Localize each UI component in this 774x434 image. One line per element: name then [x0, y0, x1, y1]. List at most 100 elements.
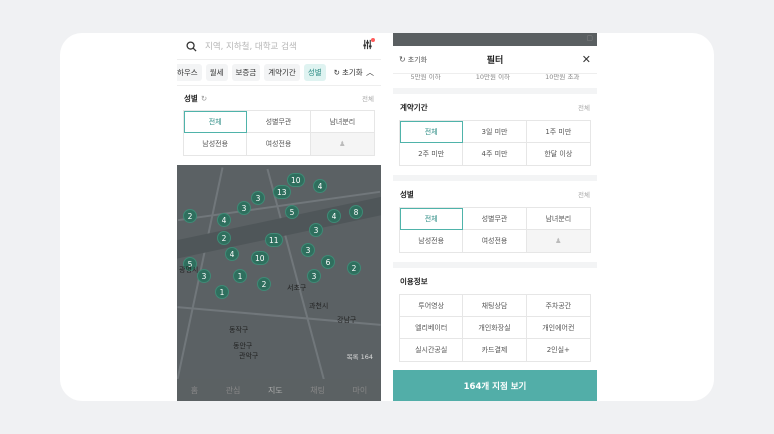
option-cell[interactable]: 남녀분리	[310, 111, 374, 133]
option-cell[interactable]: 전체	[400, 208, 464, 230]
option-cell[interactable]: 성별무관	[463, 208, 527, 230]
tab-item[interactable]: 홈	[191, 385, 198, 396]
close-icon[interactable]: ✕	[582, 53, 591, 66]
price-options-partial: 5만원 이하 10만원 이하 10만원 초과	[393, 74, 597, 88]
map-cluster-marker[interactable]: 5	[285, 205, 299, 219]
option-cell[interactable]: 남녀분리	[526, 208, 590, 230]
tab-item[interactable]: 관심	[226, 385, 241, 396]
map-cluster-marker[interactable]: 4	[327, 209, 341, 223]
map-place-label: 관악구	[239, 352, 259, 360]
gender-section-header: 성별 ↻ 전체	[177, 86, 381, 110]
filter-chip[interactable]: 성별	[303, 64, 326, 81]
search-bar[interactable]: 지역, 지하철, 대학교 검색	[177, 33, 381, 60]
map-cluster-marker[interactable]: 2	[183, 209, 197, 223]
price-option[interactable]: 10만원 이하	[476, 74, 510, 81]
gender-options-grid: 전체 성별무관 남녀분리남성전용 여성전용 ♟	[183, 110, 375, 156]
option-cell[interactable]: 실시간공실	[400, 339, 464, 361]
option-cell[interactable]: 카드결제	[463, 339, 527, 361]
option-cell[interactable]: 여성전용	[463, 230, 527, 252]
map-cluster-marker[interactable]: 3	[307, 269, 321, 283]
option-cell[interactable]: 남성전용	[184, 133, 248, 155]
right-phone-screen: ▢ ↻ 초기화 필터 ✕ 5만원 이하 10만원 이하 10만원 초과 계약기간 전체…	[393, 33, 597, 401]
page-title: 필터	[486, 56, 504, 66]
filter-active-dot	[371, 38, 375, 42]
option-cell: ♟	[310, 133, 374, 155]
option-cell[interactable]: 성별무관	[247, 111, 311, 133]
map-view[interactable]: 10 13 3 4 3 8 4 5 2 4 3 10 11 2 4 5 3 1 3 2 3 1 6 2 광명시 동작구 관악구 동안구…	[177, 165, 381, 401]
tab-item[interactable]: 지도	[268, 385, 283, 396]
map-cluster-marker[interactable]: 4	[313, 179, 327, 193]
filter-chip[interactable]: 하우스	[177, 64, 202, 81]
usage-section: 이용정보 투어영상 채팅상담 주차공간엘리베이터 개인화장실 개인에어컨실시간공실 카드결…	[393, 268, 597, 370]
option-cell[interactable]: 3일 미만	[463, 121, 527, 143]
tab-item[interactable]: 채팅	[310, 385, 325, 396]
filter-chip-row: 하우스 월세 보증금 계약기간 성별 ↻ 초기화 ︿	[177, 60, 381, 86]
option-cell[interactable]: 2주 미만	[400, 143, 464, 165]
map-cluster-marker[interactable]: 10	[287, 173, 305, 187]
price-option[interactable]: 10만원 초과	[545, 74, 579, 81]
map-cluster-marker[interactable]: 3	[197, 269, 211, 283]
map-cluster-marker[interactable]: 3	[251, 191, 265, 205]
price-option[interactable]: 5만원 이하	[411, 74, 441, 81]
map-cluster-marker[interactable]: 4	[217, 213, 231, 227]
map-cluster-marker[interactable]: 3	[237, 201, 251, 215]
option-cell[interactable]: 전체	[400, 121, 464, 143]
map-cluster-marker[interactable]: 8	[349, 205, 363, 219]
option-cell[interactable]: 한달 이상	[527, 143, 590, 165]
option-cell[interactable]: 여성전용	[247, 133, 311, 155]
gender-section: 성별 전체 전체 성별무관 남녀분리 남성전용 여성전용 ♟	[393, 181, 597, 262]
map-place-label: 과천시	[309, 302, 329, 310]
reset-button[interactable]: ↻ 초기화	[334, 67, 363, 78]
map-place-label: 동작구	[229, 326, 249, 334]
contract-all-link[interactable]: 전체	[578, 102, 590, 112]
gender-options-grid: 전체 성별무관 남녀분리 남성전용 여성전용 ♟	[399, 207, 591, 253]
option-cell[interactable]: 남성전용	[400, 230, 464, 252]
map-cluster-marker[interactable]: 11	[265, 233, 283, 247]
gender-all-link[interactable]: 전체	[578, 189, 590, 199]
left-phone-screen: 10 13 3 4 3 8 4 5 2 4 3 10 11 2 4 5 3 1 3 2 3 1 6 2 광명시 동작구 관악구 동안구…	[177, 33, 381, 401]
option-cell[interactable]: 전체	[184, 111, 248, 133]
map-cluster-marker[interactable]: 2	[347, 261, 361, 275]
option-cell[interactable]: 엘리베이터	[400, 317, 464, 339]
gender-all-link[interactable]: 전체	[362, 93, 374, 103]
filter-chip[interactable]: 보증금	[231, 64, 261, 81]
map-cluster-marker[interactable]: 13	[273, 185, 291, 199]
map-cluster-marker[interactable]: 1	[215, 285, 229, 299]
refresh-icon: ↻	[333, 68, 340, 77]
gender-section-title: 성별	[400, 189, 414, 199]
chevron-up-icon[interactable]: ︿	[366, 67, 374, 78]
tab-item[interactable]: 마이	[352, 385, 367, 396]
map-cluster-marker[interactable]: 1	[233, 269, 247, 283]
map-cluster-marker[interactable]: 3	[309, 223, 323, 237]
map-cluster-marker[interactable]: 10	[251, 251, 269, 265]
option-cell[interactable]: 주차공간	[526, 295, 590, 317]
map-place-label: 동안구	[233, 342, 253, 350]
list-count-badge[interactable]: 목록 164	[347, 351, 373, 361]
search-icon	[185, 40, 197, 52]
map-cluster-marker[interactable]: 3	[301, 243, 315, 257]
option-cell[interactable]: 개인에어컨	[526, 317, 590, 339]
map-cluster-marker[interactable]: 2	[217, 231, 231, 245]
view-results-button[interactable]: 164개 지점 보기	[393, 370, 597, 401]
filter-body[interactable]: 5만원 이하 10만원 이하 10만원 초과 계약기간 전체 전체 3일 미만 1주 미…	[393, 74, 597, 370]
option-cell[interactable]: 채팅상담	[463, 295, 527, 317]
map-cluster-marker[interactable]: 6	[321, 255, 335, 269]
usage-section-title: 이용정보	[400, 276, 428, 286]
search-input[interactable]: 지역, 지하철, 대학교 검색	[205, 40, 362, 52]
showcase-card: 10 13 3 4 3 8 4 5 2 4 3 10 11 2 4 5 3 1 3 2 3 1 6 2 광명시 동작구 관악구 동안구…	[60, 33, 714, 401]
filter-chip[interactable]: 계약기간	[264, 64, 300, 81]
option-cell[interactable]: 4주 미만	[463, 143, 527, 165]
map-cluster-marker[interactable]: 4	[225, 247, 239, 261]
gender-section-title: 성별	[184, 93, 198, 103]
refresh-icon[interactable]: ↻	[201, 94, 207, 103]
map-cluster-marker[interactable]: 2	[257, 277, 271, 291]
option-cell[interactable]: 2인실+	[527, 339, 590, 361]
filter-settings-icon[interactable]	[362, 38, 375, 53]
filter-chip[interactable]: 월세	[205, 64, 228, 81]
usage-options-grid: 투어영상 채팅상담 주차공간엘리베이터 개인화장실 개인에어컨실시간공실 카드결제 2인실+	[399, 294, 591, 362]
option-cell[interactable]: 1주 미만	[526, 121, 590, 143]
map-place-label: 광명시	[179, 266, 199, 274]
reset-button[interactable]: ↻ 초기화	[399, 55, 427, 65]
option-cell[interactable]: 투어영상	[400, 295, 464, 317]
option-cell[interactable]: 개인화장실	[463, 317, 527, 339]
